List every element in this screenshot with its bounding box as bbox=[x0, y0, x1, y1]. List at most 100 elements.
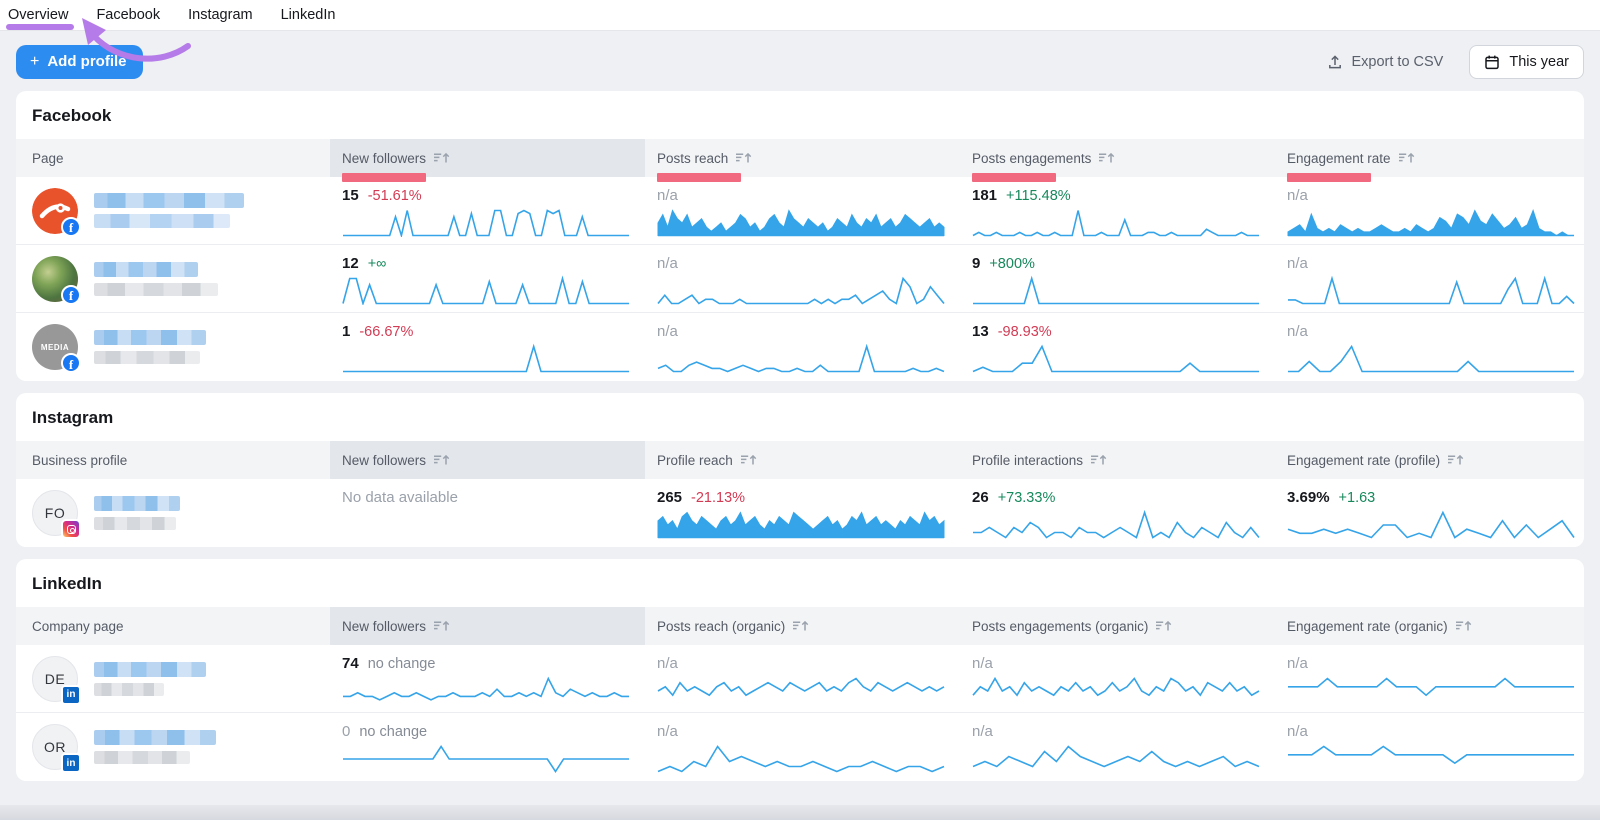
table-row: f15-51.61%n/a181+115.48%n/a bbox=[16, 177, 1584, 245]
redacted-text-line bbox=[94, 283, 218, 296]
profile-cell[interactable]: MEDIAf bbox=[16, 313, 330, 381]
sparkline-chart bbox=[972, 509, 1260, 539]
column-header-label: Profile interactions bbox=[972, 453, 1083, 468]
profile-cell[interactable]: f bbox=[16, 245, 330, 312]
metric-value: n/a bbox=[972, 655, 993, 672]
column-header-profile-reach[interactable]: Profile reach bbox=[645, 441, 960, 479]
metric-delta: no change bbox=[359, 724, 427, 740]
sparkline-chart bbox=[972, 207, 1260, 237]
redacted-profile-name bbox=[94, 330, 206, 364]
date-range-button[interactable]: This year bbox=[1469, 45, 1584, 79]
metric-cell: n/a bbox=[645, 177, 960, 244]
metric-value-line: 3.69%+1.63 bbox=[1287, 489, 1575, 506]
column-header-engagement-rate-organic-[interactable]: Engagement rate (organic) bbox=[1275, 607, 1584, 645]
metric-value-line: 13-98.93% bbox=[972, 323, 1257, 340]
metric-delta: -51.61% bbox=[368, 188, 422, 204]
table-row: FO No data available 265 -21.13% 26 +73.33% 3.… bbox=[16, 479, 1584, 547]
metric-cell: 15 -51.61% bbox=[330, 177, 645, 244]
column-header-company-page: Company page bbox=[16, 607, 330, 645]
metric-value-line: n/a bbox=[657, 255, 942, 272]
column-header-label: Company page bbox=[32, 619, 124, 634]
sort-icon bbox=[1398, 152, 1415, 164]
column-header-label: Engagement rate (profile) bbox=[1287, 453, 1440, 468]
column-header-new-followers[interactable]: New followers bbox=[330, 441, 645, 479]
metric-delta: +73.33% bbox=[998, 490, 1056, 506]
table-header-row: PageNew followersPosts reachPosts engage… bbox=[16, 139, 1584, 177]
redacted-text-line bbox=[94, 683, 164, 696]
export-to-csv-button[interactable]: Export to CSV bbox=[1327, 54, 1443, 70]
sparkline-chart bbox=[1287, 509, 1575, 539]
column-header-new-followers[interactable]: New followers bbox=[330, 607, 645, 645]
column-header-engagement-rate[interactable]: Engagement rate bbox=[1275, 139, 1584, 177]
redacted-text-line bbox=[94, 351, 200, 364]
metric-cell: n/a bbox=[1275, 645, 1584, 712]
column-header-posts-reach[interactable]: Posts reach bbox=[645, 139, 960, 177]
tab-instagram[interactable]: Instagram bbox=[188, 7, 252, 23]
metric-value: n/a bbox=[657, 255, 678, 272]
avatar: DEin bbox=[32, 656, 78, 702]
sparkline-chart bbox=[342, 675, 630, 705]
sparkline-chart bbox=[972, 743, 1260, 773]
column-header-page: Page bbox=[16, 139, 330, 177]
redacted-profile-name bbox=[94, 193, 244, 228]
column-header-profile-interactions[interactable]: Profile interactions bbox=[960, 441, 1275, 479]
column-header-label: Engagement rate (organic) bbox=[1287, 619, 1448, 634]
facebook-badge-icon: f bbox=[61, 217, 81, 237]
metric-value-line: n/a bbox=[972, 655, 1257, 672]
profile-cell[interactable]: f bbox=[16, 177, 330, 244]
redacted-profile-name bbox=[94, 662, 206, 696]
metric-value-line: No data available bbox=[342, 489, 627, 506]
metric-value-line: 26 +73.33% bbox=[972, 489, 1257, 506]
sparkline-chart bbox=[972, 275, 1260, 305]
section-title-linkedin: LinkedIn bbox=[16, 559, 1584, 607]
profile-cell[interactable]: FO bbox=[16, 479, 330, 547]
profile-cell[interactable]: DEin bbox=[16, 645, 330, 712]
table-header-row: Company page New followers Posts reach (or… bbox=[16, 607, 1584, 645]
metric-cell: n/a bbox=[1275, 313, 1584, 381]
metric-value-line: 0no change bbox=[342, 723, 627, 740]
metric-delta: -21.13% bbox=[691, 490, 745, 506]
export-label: Export to CSV bbox=[1351, 54, 1443, 70]
metric-value: 15 bbox=[342, 187, 359, 204]
table-row: MEDIAf1-66.67% n/a 13-98.93% n/a bbox=[16, 313, 1584, 381]
metric-value-line: 15 -51.61% bbox=[342, 187, 627, 204]
column-header-label: Posts reach (organic) bbox=[657, 619, 785, 634]
column-header-posts-engagements-organic-[interactable]: Posts engagements (organic) bbox=[960, 607, 1275, 645]
metric-value-line: n/a bbox=[657, 187, 942, 204]
sparkline-chart bbox=[342, 275, 630, 305]
metric-cell: n/a bbox=[645, 245, 960, 312]
tab-linkedin[interactable]: LinkedIn bbox=[281, 7, 336, 23]
add-profile-button[interactable]: + Add profile bbox=[16, 45, 143, 79]
sparkline-chart bbox=[657, 207, 945, 237]
metric-cell: 1-66.67% bbox=[330, 313, 645, 381]
avatar: f bbox=[32, 256, 78, 302]
table-row: ORin0no changen/an/an/a bbox=[16, 713, 1584, 781]
table-header-row: Business profileNew followersProfile rea… bbox=[16, 441, 1584, 479]
date-range-label: This year bbox=[1509, 54, 1569, 70]
tab-overview[interactable]: Overview bbox=[8, 7, 68, 23]
metric-value: 265 bbox=[657, 489, 682, 506]
metric-value: 74 bbox=[342, 655, 359, 672]
sparkline-chart bbox=[342, 343, 630, 373]
section-title-instagram: Instagram bbox=[16, 393, 1584, 441]
sparkline-chart bbox=[657, 343, 945, 373]
metric-value: n/a bbox=[657, 187, 678, 204]
top-nav: Overview Facebook Instagram LinkedIn bbox=[0, 0, 1600, 31]
sparkline-chart bbox=[342, 743, 630, 773]
metric-cell: 265 -21.13% bbox=[645, 479, 960, 547]
column-header-business-profile: Business profile bbox=[16, 441, 330, 479]
column-header-posts-reach-organic-[interactable]: Posts reach (organic) bbox=[645, 607, 960, 645]
metric-value-line: 265 -21.13% bbox=[657, 489, 942, 506]
avatar: f bbox=[32, 188, 78, 234]
profile-cell[interactable]: ORin bbox=[16, 713, 330, 781]
metric-delta: +∞ bbox=[368, 256, 387, 272]
column-header-new-followers[interactable]: New followers bbox=[330, 139, 645, 177]
tab-facebook[interactable]: Facebook bbox=[96, 7, 160, 23]
metric-value: 26 bbox=[972, 489, 989, 506]
column-header-engagement-rate-profile-[interactable]: Engagement rate (profile) bbox=[1275, 441, 1584, 479]
column-header-posts-engagements[interactable]: Posts engagements bbox=[960, 139, 1275, 177]
plus-icon: + bbox=[30, 54, 39, 70]
sort-icon bbox=[1090, 454, 1107, 466]
add-profile-label: Add profile bbox=[47, 53, 126, 70]
metric-value: n/a bbox=[657, 323, 678, 340]
